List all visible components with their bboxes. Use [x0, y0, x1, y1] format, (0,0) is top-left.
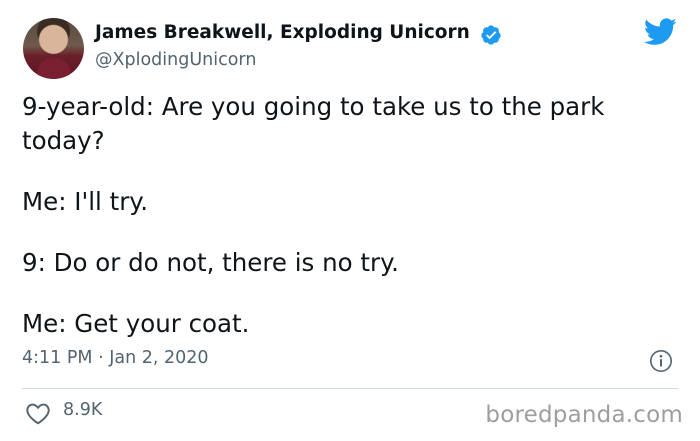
boredpanda-watermark: boredpanda.com	[485, 402, 683, 428]
tweet-text-line: 9: Do or do not, there is no try.	[22, 248, 399, 277]
heart-icon[interactable]	[25, 401, 51, 425]
tweet-text-line: 9-year-old: Are you going to take us to …	[22, 92, 605, 121]
like-count: 8.9K	[63, 400, 103, 420]
twitter-bird-icon[interactable]	[644, 18, 677, 46]
tweet-text-line: today?	[22, 126, 105, 155]
tweet-text-line: Me: I'll try.	[22, 187, 149, 216]
author-display-name[interactable]: James Breakwell, Exploding Unicorn	[95, 22, 470, 43]
author-handle[interactable]: @XplodingUnicorn	[95, 50, 256, 70]
verified-badge-icon	[481, 25, 501, 45]
divider	[22, 388, 678, 389]
tweet-card: James Breakwell, Exploding Unicorn @Xplo…	[0, 0, 700, 441]
avatar[interactable]	[23, 18, 84, 79]
tweet-timestamp[interactable]: 4:11 PM · Jan 2, 2020	[22, 348, 209, 368]
tweet-text-line: Me: Get your coat.	[22, 309, 250, 338]
info-icon[interactable]	[649, 349, 673, 373]
